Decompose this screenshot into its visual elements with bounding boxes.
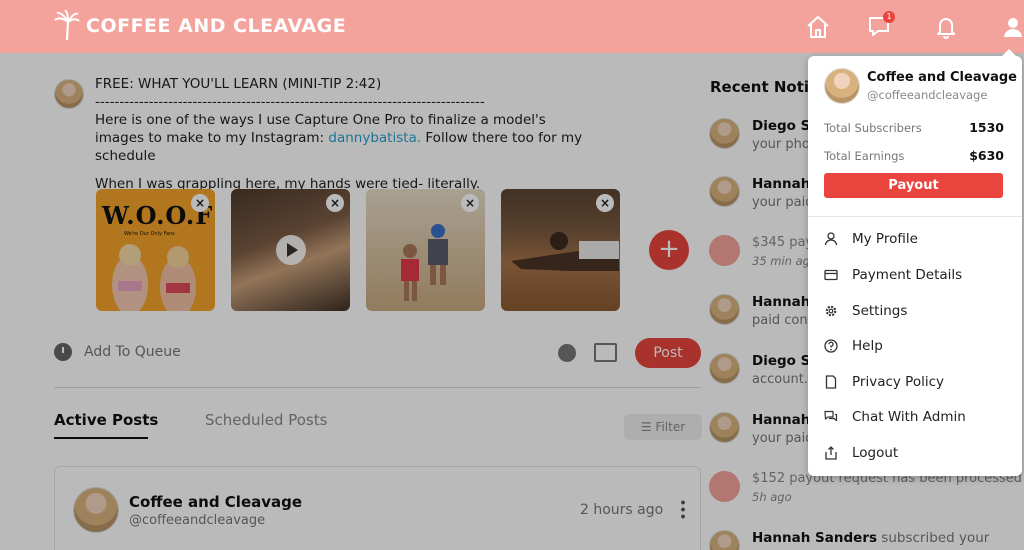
menu-item-label: Payment Details xyxy=(852,267,963,283)
unread-badge: 1 xyxy=(883,11,895,23)
account-handle: @coffeeandcleavage xyxy=(867,88,988,102)
menu-item-label: Privacy Policy xyxy=(852,374,945,390)
brand-name: COFFEE AND CLEAVAGE xyxy=(86,15,347,37)
menu-item-label: Help xyxy=(852,338,883,354)
menu-item-label: Logout xyxy=(852,445,899,461)
menu-item-label: Settings xyxy=(852,303,908,319)
gear-icon xyxy=(825,305,837,317)
user-icon xyxy=(824,232,838,246)
top-navigation-bar: COFFEE AND CLEAVAGE 1 xyxy=(0,0,1024,53)
divider xyxy=(808,216,1022,217)
logout-icon xyxy=(825,446,837,460)
menu-item-privacy-policy[interactable]: Privacy Policy xyxy=(824,370,1009,394)
earnings-label: Total Earnings xyxy=(824,149,905,163)
payout-button[interactable]: Payout xyxy=(824,173,1003,198)
menu-item-payment-details[interactable]: Payment Details xyxy=(824,263,1009,287)
account-dropdown: Coffee and Cleavage @coffeeandcleavage T… xyxy=(808,49,1022,476)
chat-icon xyxy=(824,410,838,422)
account-button[interactable] xyxy=(1000,14,1024,40)
menu-item-label: Chat With Admin xyxy=(852,409,966,425)
menu-item-logout[interactable]: Logout xyxy=(824,441,1009,465)
palm-tree-icon xyxy=(54,10,80,41)
avatar xyxy=(824,68,860,104)
subscribers-value: 1530 xyxy=(969,120,1004,135)
menu-item-label: My Profile xyxy=(852,231,918,247)
menu-item-chat-with-admin[interactable]: Chat With Admin xyxy=(824,405,1009,429)
document-icon xyxy=(825,375,837,389)
bell-icon xyxy=(937,18,955,39)
credit-card-icon xyxy=(824,269,838,281)
menu-item-help[interactable]: Help xyxy=(824,334,1009,358)
menu-item-settings[interactable]: Settings xyxy=(824,299,1009,323)
home-button[interactable] xyxy=(805,14,831,40)
help-icon xyxy=(824,339,838,353)
messages-button[interactable]: 1 xyxy=(867,11,895,40)
earnings-value: $630 xyxy=(969,148,1004,163)
home-icon xyxy=(807,16,829,38)
notifications-button[interactable] xyxy=(933,14,959,40)
account-name: Coffee and Cleavage xyxy=(867,70,1017,85)
subscribers-label: Total Subscribers xyxy=(824,121,922,135)
user-icon xyxy=(1004,18,1022,37)
menu-item-my-profile[interactable]: My Profile xyxy=(824,227,1009,251)
brand-logo[interactable]: COFFEE AND CLEAVAGE xyxy=(54,10,346,42)
